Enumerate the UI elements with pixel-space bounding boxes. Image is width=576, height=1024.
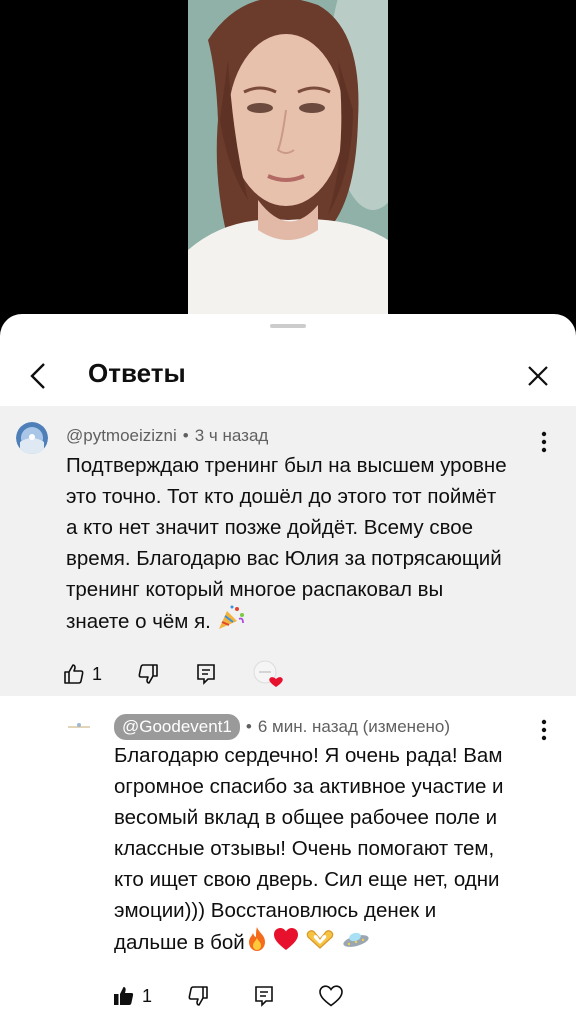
comment-line: Благодарю сердечно! Я очень рада! Вам [114, 744, 503, 767]
heart-button[interactable] [318, 982, 344, 1010]
heart-hands-icon [305, 928, 335, 959]
party-popper-icon [217, 605, 245, 640]
video-frame [188, 0, 388, 316]
avatar[interactable] [16, 422, 48, 454]
comment-line-last: знаете о чём я. [66, 605, 556, 640]
comment-actions: 1 [62, 660, 286, 688]
red-heart-icon [273, 927, 299, 960]
comment-text: Благодарю сердечно! Я очень рада! Вам ог… [114, 740, 554, 961]
comment-text: Подтверждаю тренинг был на высшем уровне… [66, 450, 556, 640]
like-count: 1 [92, 663, 103, 684]
thumbs-down-icon [188, 986, 208, 1006]
comment-line: кто ищет свою дверь. Сил еще нет, одни [114, 868, 500, 891]
comment-time: 6 мин. назад (изменено) [257, 717, 451, 736]
thumbs-up-filled-icon [114, 987, 134, 1005]
like-button[interactable]: 1 [62, 660, 102, 688]
replies-sheet: Ответы @pytmoeizizni • 3 ч назад Подтвер… [0, 314, 576, 1024]
meta-separator: • [182, 426, 189, 445]
reply-button[interactable] [252, 982, 276, 1010]
heart-outline-icon [319, 985, 343, 1007]
dislike-button[interactable] [136, 660, 160, 688]
fire-icon [245, 926, 269, 961]
drag-handle[interactable] [270, 324, 306, 328]
sheet-header: Ответы [0, 344, 576, 406]
thumbs-down-icon [138, 664, 158, 684]
creator-heart-icon [253, 660, 283, 687]
comment-line: эмоции))) Восстановлюсь денек и [114, 899, 437, 922]
page-title: Ответы [88, 358, 186, 388]
comment-line: время. Благодарю вас Юлия за потрясающий [66, 547, 502, 570]
comment-line: это точно. Тот кто дошёл до этого тот по… [66, 485, 497, 508]
reply-comment: @Goodevent1 • 6 мин. назад (изменено) Бл… [0, 696, 576, 1024]
comment-line: Подтверждаю тренинг был на высшем уровне [66, 454, 507, 477]
comment-line: а кто нет значит позже дойдёт. Всему сво… [66, 516, 474, 539]
comment-line: знаете о чём я. [66, 609, 211, 633]
close-icon[interactable] [518, 356, 558, 396]
like-button[interactable]: 1 [112, 982, 152, 1010]
comment-meta: @pytmoeizizni • 3 ч назад [66, 426, 268, 446]
comment-line-last: дальше в бой [114, 926, 554, 961]
reply-icon [255, 986, 273, 1007]
comment-time: 3 ч назад [194, 426, 269, 445]
comment-actions: 1 [112, 982, 344, 1010]
dislike-button[interactable] [186, 982, 210, 1010]
thumbs-up-icon [64, 664, 84, 684]
meta-separator: • [245, 717, 252, 736]
ufo-icon [341, 928, 371, 959]
comment-line: классные отзывы! Очень помогают тем, [114, 837, 495, 860]
comment-meta: @Goodevent1 • 6 мин. назад (изменено) [114, 714, 450, 740]
avatar[interactable] [62, 710, 96, 744]
comment-line: дальше в бой [114, 930, 245, 954]
comment-line: огромное спасибо за активное участие и [114, 775, 504, 798]
author-handle[interactable]: @Goodevent1 [114, 714, 240, 740]
comment-line: тренинг который многое распаковал вы [66, 578, 444, 601]
creator-heart-badge [252, 660, 286, 688]
parent-comment: @pytmoeizizni • 3 ч назад Подтверждаю тр… [0, 406, 576, 696]
reply-icon [197, 664, 215, 685]
comment-line: весомый вклад в общее рабочее поле и [114, 806, 498, 829]
back-arrow-icon[interactable] [20, 356, 60, 396]
reply-button[interactable] [194, 660, 218, 688]
author-handle[interactable]: @pytmoeizizni [66, 426, 177, 446]
like-count: 1 [142, 985, 153, 1006]
video-player[interactable] [0, 0, 576, 340]
